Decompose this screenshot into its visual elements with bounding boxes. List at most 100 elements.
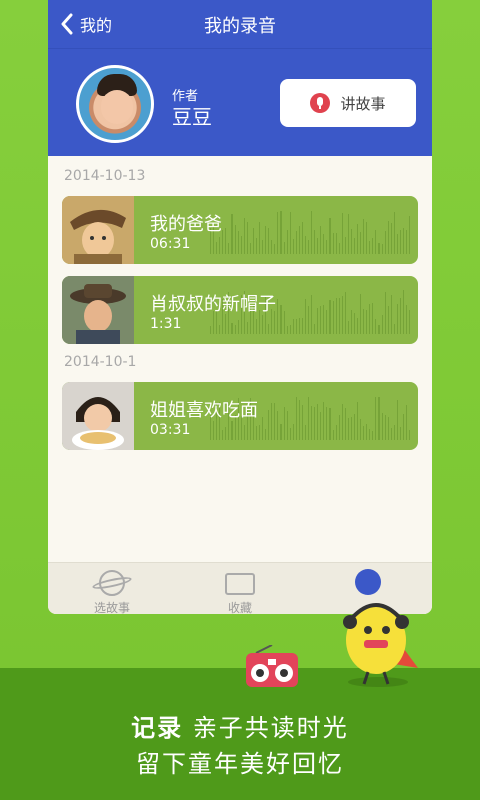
tell-story-button[interactable]: 讲故事 bbox=[280, 79, 416, 127]
waveform-bar bbox=[255, 319, 257, 334]
waveform-bar bbox=[366, 424, 368, 440]
waveform-bar bbox=[246, 222, 248, 254]
waveform-bar bbox=[378, 325, 380, 334]
waveform-bar bbox=[268, 228, 270, 254]
recording-title: 姐姐喜欢吃面 bbox=[150, 400, 258, 421]
waveform-bar bbox=[344, 292, 346, 334]
waveform-bar bbox=[369, 241, 371, 254]
waveform-bar bbox=[259, 222, 261, 254]
waveform-bar bbox=[329, 218, 331, 254]
waveform-bar bbox=[332, 233, 334, 254]
waveform-bar bbox=[317, 308, 319, 334]
waveform-bar bbox=[390, 223, 392, 254]
waveform-bar bbox=[353, 238, 355, 254]
waveform-bar bbox=[363, 426, 365, 440]
waveform-bar bbox=[234, 325, 236, 334]
waveform-bar bbox=[289, 428, 291, 440]
waveform-bar bbox=[249, 243, 251, 254]
recording-thumbnail bbox=[62, 382, 134, 450]
waveform-bar bbox=[323, 402, 325, 440]
waveform-bar bbox=[406, 230, 408, 254]
waveform-bar bbox=[268, 410, 270, 440]
waveform-bar bbox=[301, 318, 303, 334]
waveform-bar bbox=[396, 234, 398, 254]
waveform-bar bbox=[265, 226, 267, 254]
waveform-bar bbox=[225, 228, 227, 254]
recording-thumbnail bbox=[62, 276, 134, 344]
waveform-bar bbox=[326, 407, 328, 440]
waveform-bar bbox=[384, 292, 386, 334]
waveform-bar bbox=[304, 299, 306, 334]
waveform-bar bbox=[231, 214, 233, 254]
waveform-bar bbox=[213, 421, 215, 440]
recording-duration: 1:31 bbox=[150, 316, 182, 332]
waveform-bar bbox=[274, 244, 276, 254]
waveform-bar bbox=[344, 408, 346, 440]
waveform-bar bbox=[335, 425, 337, 440]
waveform-bar bbox=[350, 310, 352, 334]
recording-item[interactable]: 我的爸爸 06:31 bbox=[62, 196, 418, 264]
caption-line-1-text: 亲子共读时光 bbox=[192, 714, 349, 742]
app-screen: 我的 我的录音 作者 豆豆 讲故事 2014-10-13 我的爸爸 06:31 bbox=[48, 0, 432, 614]
waveform-bar bbox=[393, 212, 395, 254]
recording-item[interactable]: 姐姐喜欢吃面 03:31 bbox=[62, 382, 418, 450]
waveform-bar bbox=[283, 407, 285, 440]
waveform-bar bbox=[323, 305, 325, 334]
waveform-bar bbox=[350, 229, 352, 254]
waveform-bar bbox=[283, 242, 285, 254]
waveform-bar bbox=[280, 211, 282, 254]
waveform-bar bbox=[402, 290, 404, 334]
waveform-bar bbox=[390, 428, 392, 440]
waveform-bar bbox=[222, 430, 224, 440]
waveform-bar bbox=[378, 397, 380, 440]
date-header: 2014-10-1 bbox=[64, 354, 137, 370]
waveform-bar bbox=[381, 413, 383, 440]
waveform-bar bbox=[243, 218, 245, 254]
waveform-bar bbox=[292, 424, 294, 440]
radio-illustration bbox=[246, 645, 298, 687]
waveform-bar bbox=[311, 406, 313, 440]
waveform-bar bbox=[344, 237, 346, 254]
waveform bbox=[210, 210, 411, 254]
waveform-bar bbox=[387, 221, 389, 254]
tab-label: 收藏 bbox=[227, 601, 252, 614]
caption-line-1: 记录 亲子共读时光 bbox=[0, 708, 480, 743]
waveform-bar bbox=[347, 321, 349, 334]
waveform-bar bbox=[390, 295, 392, 334]
waveform-bar bbox=[357, 224, 359, 254]
author-name: 豆豆 bbox=[172, 105, 212, 129]
avatar[interactable] bbox=[76, 65, 154, 143]
avatar-face bbox=[101, 90, 133, 124]
tab-favorites[interactable]: 收藏 bbox=[192, 569, 288, 614]
waveform-bar bbox=[384, 231, 386, 254]
waveform-bar bbox=[283, 311, 285, 334]
waveform-bar bbox=[210, 326, 212, 334]
waveform-bar bbox=[301, 405, 303, 440]
waveform-bar bbox=[381, 315, 383, 334]
waveform-bar bbox=[280, 424, 282, 440]
tab-choose-story[interactable]: 选故事 bbox=[64, 569, 160, 614]
waveform-bar bbox=[393, 324, 395, 334]
waveform-bar bbox=[311, 211, 313, 254]
waveform-bar bbox=[259, 425, 261, 440]
waveform-bar bbox=[409, 430, 411, 440]
waveform-bar bbox=[274, 403, 276, 440]
waveform-bar bbox=[295, 319, 297, 334]
waveform-bar bbox=[314, 407, 316, 440]
waveform-bar bbox=[320, 226, 322, 254]
waveform-bar bbox=[271, 403, 273, 440]
tab-label: 选故事 bbox=[93, 601, 130, 614]
waveform-bar bbox=[332, 301, 334, 334]
waveform-bar bbox=[314, 324, 316, 334]
waveform-bar bbox=[219, 237, 221, 254]
waveform-bar bbox=[375, 319, 377, 334]
waveform-bar bbox=[375, 397, 377, 440]
waveform-bar bbox=[295, 397, 297, 440]
waveform-bar bbox=[387, 306, 389, 334]
folder-heart-icon bbox=[223, 569, 257, 597]
waveform-bar bbox=[406, 305, 408, 334]
waveform-bar bbox=[409, 216, 411, 254]
waveform-bar bbox=[332, 430, 334, 440]
waveform-bar bbox=[252, 228, 254, 254]
recording-item[interactable]: 肖叔叔的新帽子 1:31 bbox=[62, 276, 418, 344]
